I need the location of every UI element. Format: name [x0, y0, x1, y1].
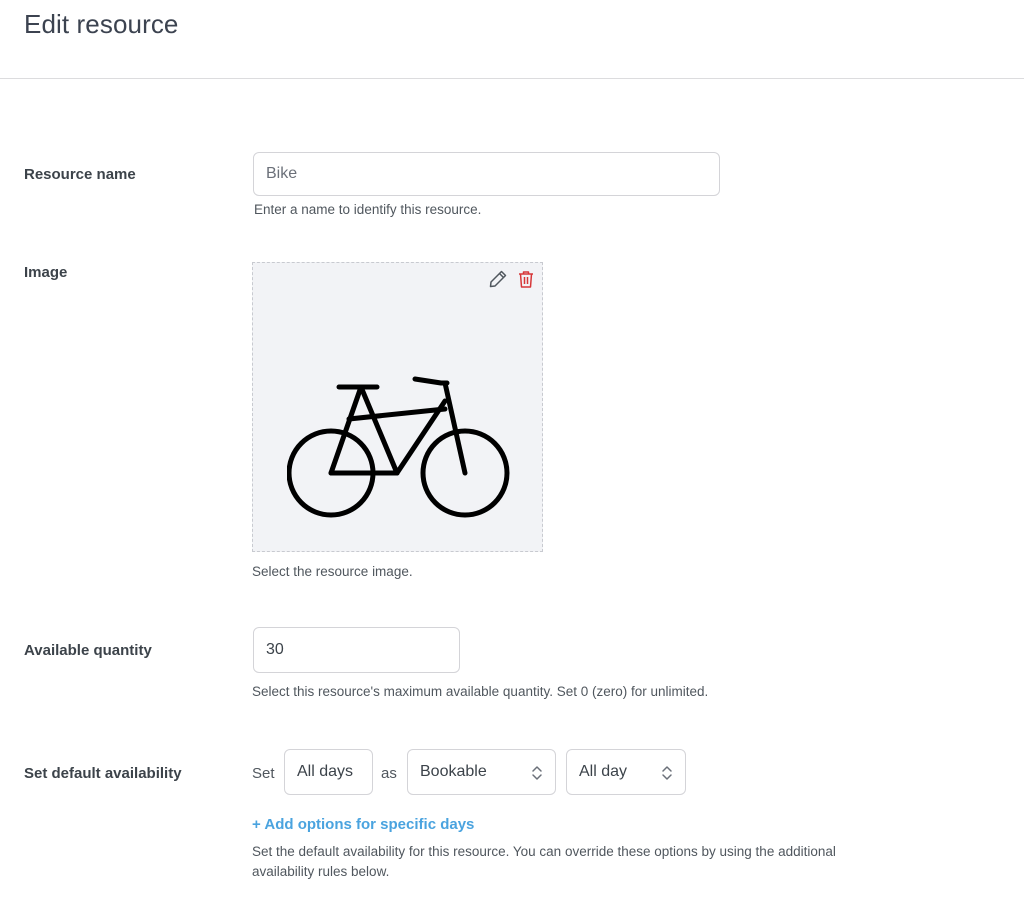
availability-help-line-1: Set the default availability for this re…: [252, 844, 836, 859]
chevron-updown-icon: [661, 764, 673, 782]
image-label: Image: [24, 264, 68, 281]
bicycle-icon: [286, 375, 511, 521]
time-select[interactable]: All day: [566, 749, 686, 795]
edit-resource-page: Edit resource Resource name Bike Enter a…: [0, 0, 1024, 909]
page-header: Edit resource: [0, 0, 1024, 79]
chevron-updown-icon: [531, 764, 543, 782]
resource-name-label: Resource name: [24, 166, 136, 183]
quantity-help: Select this resource's maximum available…: [252, 684, 709, 699]
days-field[interactable]: All days: [284, 749, 373, 795]
availability-label: Set default availability: [24, 765, 182, 782]
image-actions: [488, 269, 536, 289]
status-value: Bookable: [420, 763, 487, 780]
trash-icon[interactable]: [516, 269, 536, 289]
days-value: All days: [297, 763, 354, 780]
quantity-input[interactable]: 30: [253, 627, 460, 673]
add-specific-days-link[interactable]: + Add options for specific days: [252, 816, 474, 833]
time-value: All day: [579, 763, 628, 780]
image-dropzone[interactable]: [252, 262, 543, 552]
status-select[interactable]: Bookable: [407, 749, 556, 795]
pencil-icon[interactable]: [488, 269, 508, 289]
resource-name-input[interactable]: Bike: [253, 152, 720, 196]
quantity-label: Available quantity: [24, 642, 152, 659]
quantity-value: 30: [266, 641, 284, 658]
availability-help-line-2: availability rules below.: [252, 864, 390, 879]
resource-name-placeholder: Bike: [266, 165, 298, 182]
resource-name-help: Enter a name to identify this resource.: [254, 202, 482, 217]
image-help: Select the resource image.: [252, 564, 413, 579]
set-word: Set: [252, 765, 275, 782]
page-title: Edit resource: [24, 9, 179, 39]
as-word: as: [381, 765, 397, 782]
